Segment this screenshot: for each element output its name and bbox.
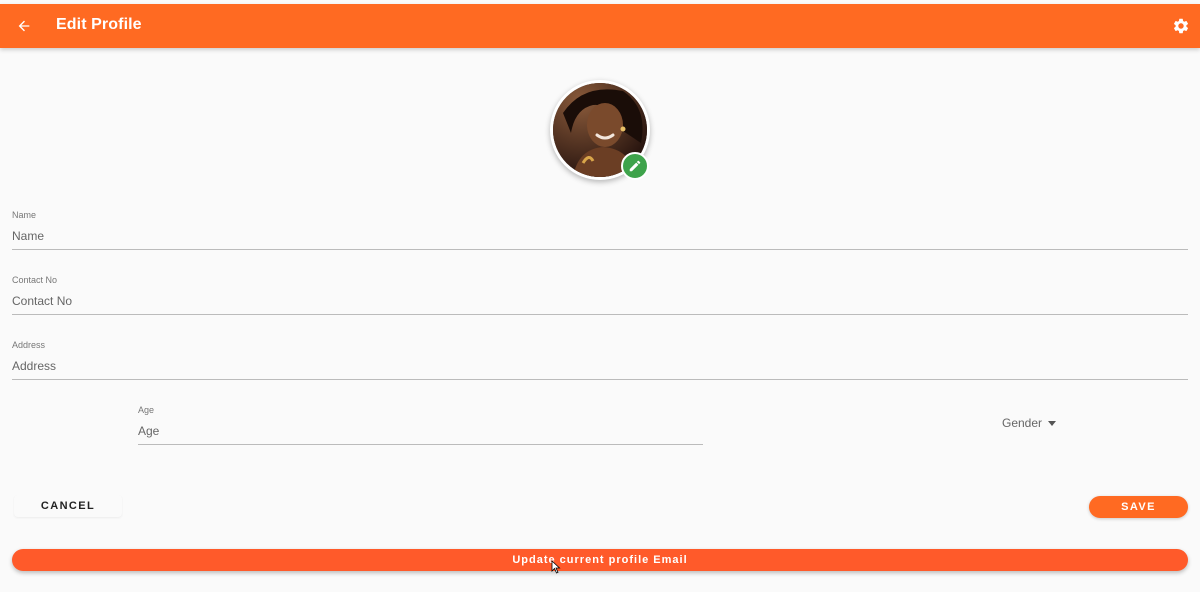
contact-underline — [12, 314, 1188, 315]
page-title: Edit Profile — [56, 16, 142, 33]
gear-icon — [1173, 18, 1189, 34]
contact-input[interactable] — [12, 293, 1188, 309]
avatar-container — [550, 80, 650, 180]
age-field: Age — [138, 405, 703, 445]
contact-field: Contact No — [12, 275, 1188, 315]
update-email-button[interactable]: Update current profile Email — [12, 549, 1188, 571]
age-underline — [138, 444, 703, 445]
address-field: Address — [12, 340, 1188, 380]
gender-dropdown[interactable]: Gender — [1002, 415, 1057, 431]
edit-avatar-button[interactable] — [621, 152, 649, 180]
app-bar: Edit Profile — [0, 4, 1200, 48]
save-button[interactable]: SAVE — [1089, 496, 1188, 518]
caret-down-icon — [1048, 420, 1057, 426]
age-input[interactable] — [138, 423, 703, 439]
mouse-cursor-icon — [551, 560, 561, 574]
name-underline — [12, 249, 1188, 250]
contact-label: Contact No — [12, 275, 58, 285]
gender-label: Gender — [1002, 416, 1043, 430]
cancel-button[interactable]: CANCEL — [14, 495, 122, 517]
settings-button[interactable] — [1168, 13, 1194, 39]
name-field: Name — [12, 210, 1188, 250]
pencil-icon — [629, 160, 641, 172]
address-label: Address — [12, 340, 46, 350]
address-input[interactable] — [12, 358, 1188, 374]
age-label: Age — [138, 405, 155, 415]
name-label: Name — [12, 210, 37, 220]
address-underline — [12, 379, 1188, 380]
arrow-left-icon — [18, 20, 30, 32]
back-button[interactable] — [10, 12, 38, 40]
name-input[interactable] — [12, 228, 1188, 244]
